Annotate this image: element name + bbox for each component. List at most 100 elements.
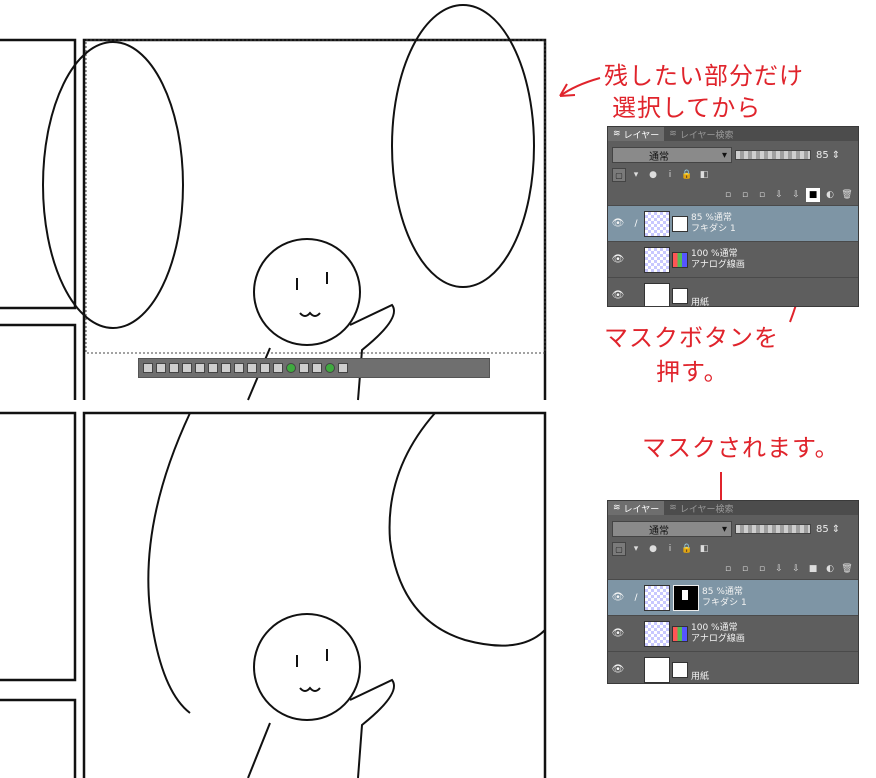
- opacity-value[interactable]: 85: [816, 524, 829, 535]
- invert-selection-icon[interactable]: [169, 363, 179, 373]
- layer-panel-after[interactable]: ≋ レイヤー ≋ レイヤー検索 通常 ▾ 85 ⇕ ▢ ▾ ● i 🔒 ◧ ▫ ▫ ▫ …: [607, 500, 859, 684]
- menu-icon[interactable]: [338, 363, 348, 373]
- annotation-middle-line2: 押す。: [656, 358, 729, 386]
- tab-layer[interactable]: ≋ レイヤー: [608, 127, 665, 141]
- paper-icon: [672, 661, 688, 678]
- erase-icon[interactable]: [195, 363, 205, 373]
- brush-icon[interactable]: [299, 363, 309, 373]
- gear-icon[interactable]: [273, 363, 283, 373]
- layer-row[interactable]: 👁 / 85 %通常 フキダシ 1: [608, 205, 858, 241]
- reference-icon[interactable]: ●: [646, 168, 660, 182]
- layer-row[interactable]: 👁 100 %通常 アナログ線画: [608, 241, 858, 277]
- blend-mode-select[interactable]: 通常 ▾: [612, 521, 732, 537]
- new-vector-icon[interactable]: ▫: [738, 188, 752, 202]
- raster-icon: [672, 625, 688, 642]
- mask-thumbnail[interactable]: [673, 584, 699, 611]
- layer-search-icon: ≋: [669, 503, 677, 513]
- layer-thumbnail: [644, 584, 670, 611]
- scale-icon[interactable]: [234, 363, 244, 373]
- eye-icon[interactable]: 👁: [608, 218, 628, 229]
- tab-layer[interactable]: ≋ レイヤー: [608, 501, 665, 515]
- chevron-down-icon: ▾: [721, 523, 727, 535]
- pen-icon: /: [634, 218, 638, 229]
- layer-row[interactable]: 👁 用紙: [608, 277, 858, 306]
- clip-icon[interactable]: ◧: [697, 542, 711, 556]
- speech-balloon-left: [42, 41, 184, 329]
- crop-icon[interactable]: [156, 363, 166, 373]
- new-folder-icon[interactable]: ▫: [755, 562, 769, 576]
- layer-row[interactable]: 👁 用紙: [608, 651, 858, 683]
- chevron-down-icon: ▾: [721, 149, 727, 161]
- new-vector-icon[interactable]: ▫: [738, 562, 752, 576]
- mask-icon[interactable]: ■: [806, 562, 820, 576]
- eye-icon[interactable]: 👁: [608, 664, 628, 675]
- speech-balloon-right: [391, 4, 535, 288]
- transform-icon[interactable]: [221, 363, 231, 373]
- layer-thumbnail: [644, 246, 670, 273]
- annotation-middle-line1: マスクボタンを: [604, 324, 779, 352]
- new-folder-icon[interactable]: ▫: [755, 188, 769, 202]
- new-layer-icon[interactable]: ▫: [721, 188, 735, 202]
- opacity-slider[interactable]: [735, 524, 811, 534]
- pattern-icon[interactable]: [260, 363, 270, 373]
- color-button[interactable]: ▢: [612, 542, 626, 556]
- reference-icon[interactable]: ●: [646, 542, 660, 556]
- clear-selection-icon[interactable]: [143, 363, 153, 373]
- layer-thumbnail: [644, 282, 670, 306]
- new-layer-icon[interactable]: ▫: [721, 562, 735, 576]
- layer-row[interactable]: 👁 / 85 %通常 フキダシ 1: [608, 579, 858, 615]
- apply-mask-icon[interactable]: ◐: [823, 562, 837, 576]
- character-head: [253, 238, 361, 346]
- stepper-icon[interactable]: ⇕: [832, 524, 840, 535]
- opacity-slider[interactable]: [735, 150, 811, 160]
- apply-mask-icon[interactable]: ◐: [823, 188, 837, 202]
- opacity-value[interactable]: 85: [816, 150, 829, 161]
- combine-icon[interactable]: ⇩: [789, 562, 803, 576]
- draft-icon[interactable]: i: [663, 542, 677, 556]
- palette-icon[interactable]: [325, 363, 335, 373]
- eye-icon[interactable]: 👁: [608, 290, 628, 301]
- chevron-down-icon[interactable]: ▾: [629, 542, 643, 556]
- stepper-icon[interactable]: ⇕: [832, 150, 840, 161]
- lock-icon[interactable]: 🔒: [680, 168, 694, 182]
- expand-selection-icon[interactable]: [182, 363, 192, 373]
- layer-thumbnail: [644, 656, 670, 683]
- fill-icon[interactable]: [208, 363, 218, 373]
- combine-icon[interactable]: ⇩: [789, 188, 803, 202]
- annotation-arrow-top: [559, 77, 601, 97]
- eye-icon[interactable]: 👁: [608, 628, 628, 639]
- raster-icon: [672, 251, 688, 268]
- layer-thumbnail: [644, 620, 670, 647]
- selection-launcher-toolbar[interactable]: [138, 358, 490, 378]
- layer-search-icon: ≋: [669, 129, 677, 139]
- texture-icon[interactable]: [312, 363, 322, 373]
- color-icon[interactable]: [286, 363, 296, 373]
- chevron-down-icon[interactable]: ▾: [629, 168, 643, 182]
- mask-icon[interactable]: ■: [806, 188, 820, 202]
- merge-icon[interactable]: ⇩: [772, 562, 786, 576]
- layer-row[interactable]: 👁 100 %通常 アナログ線画: [608, 615, 858, 651]
- lock-icon[interactable]: 🔒: [680, 542, 694, 556]
- pen-icon: /: [634, 592, 638, 603]
- layer-thumbnail: [644, 210, 670, 237]
- color-button[interactable]: ▢: [612, 168, 626, 182]
- stroke-icon[interactable]: [247, 363, 257, 373]
- balloon-icon: [672, 215, 688, 232]
- tab-layer-search[interactable]: ≋ レイヤー検索: [664, 127, 738, 141]
- tab-layer-search[interactable]: ≋ レイヤー検索: [664, 501, 738, 515]
- eye-icon[interactable]: 👁: [608, 592, 628, 603]
- selection-marquee: [85, 39, 546, 354]
- merge-icon[interactable]: ⇩: [772, 188, 786, 202]
- annotation-top-line2: 選択してから: [612, 94, 762, 122]
- paper-icon: [672, 287, 688, 304]
- eye-icon[interactable]: 👁: [608, 254, 628, 265]
- blend-mode-select[interactable]: 通常 ▾: [612, 147, 732, 163]
- layers-icon: ≋: [613, 503, 621, 513]
- clip-icon[interactable]: ◧: [697, 168, 711, 182]
- trash-icon[interactable]: 🗑: [840, 188, 854, 202]
- trash-icon[interactable]: 🗑: [840, 562, 854, 576]
- layers-icon: ≋: [613, 129, 621, 139]
- layer-panel-before[interactable]: ≋ レイヤー ≋ レイヤー検索 通常 ▾ 85 ⇕ ▢ ▾ ● i 🔒 ◧ ▫ ▫ ▫ …: [607, 126, 859, 307]
- annotation-bottom: マスクされます。: [642, 434, 840, 462]
- draft-icon[interactable]: i: [663, 168, 677, 182]
